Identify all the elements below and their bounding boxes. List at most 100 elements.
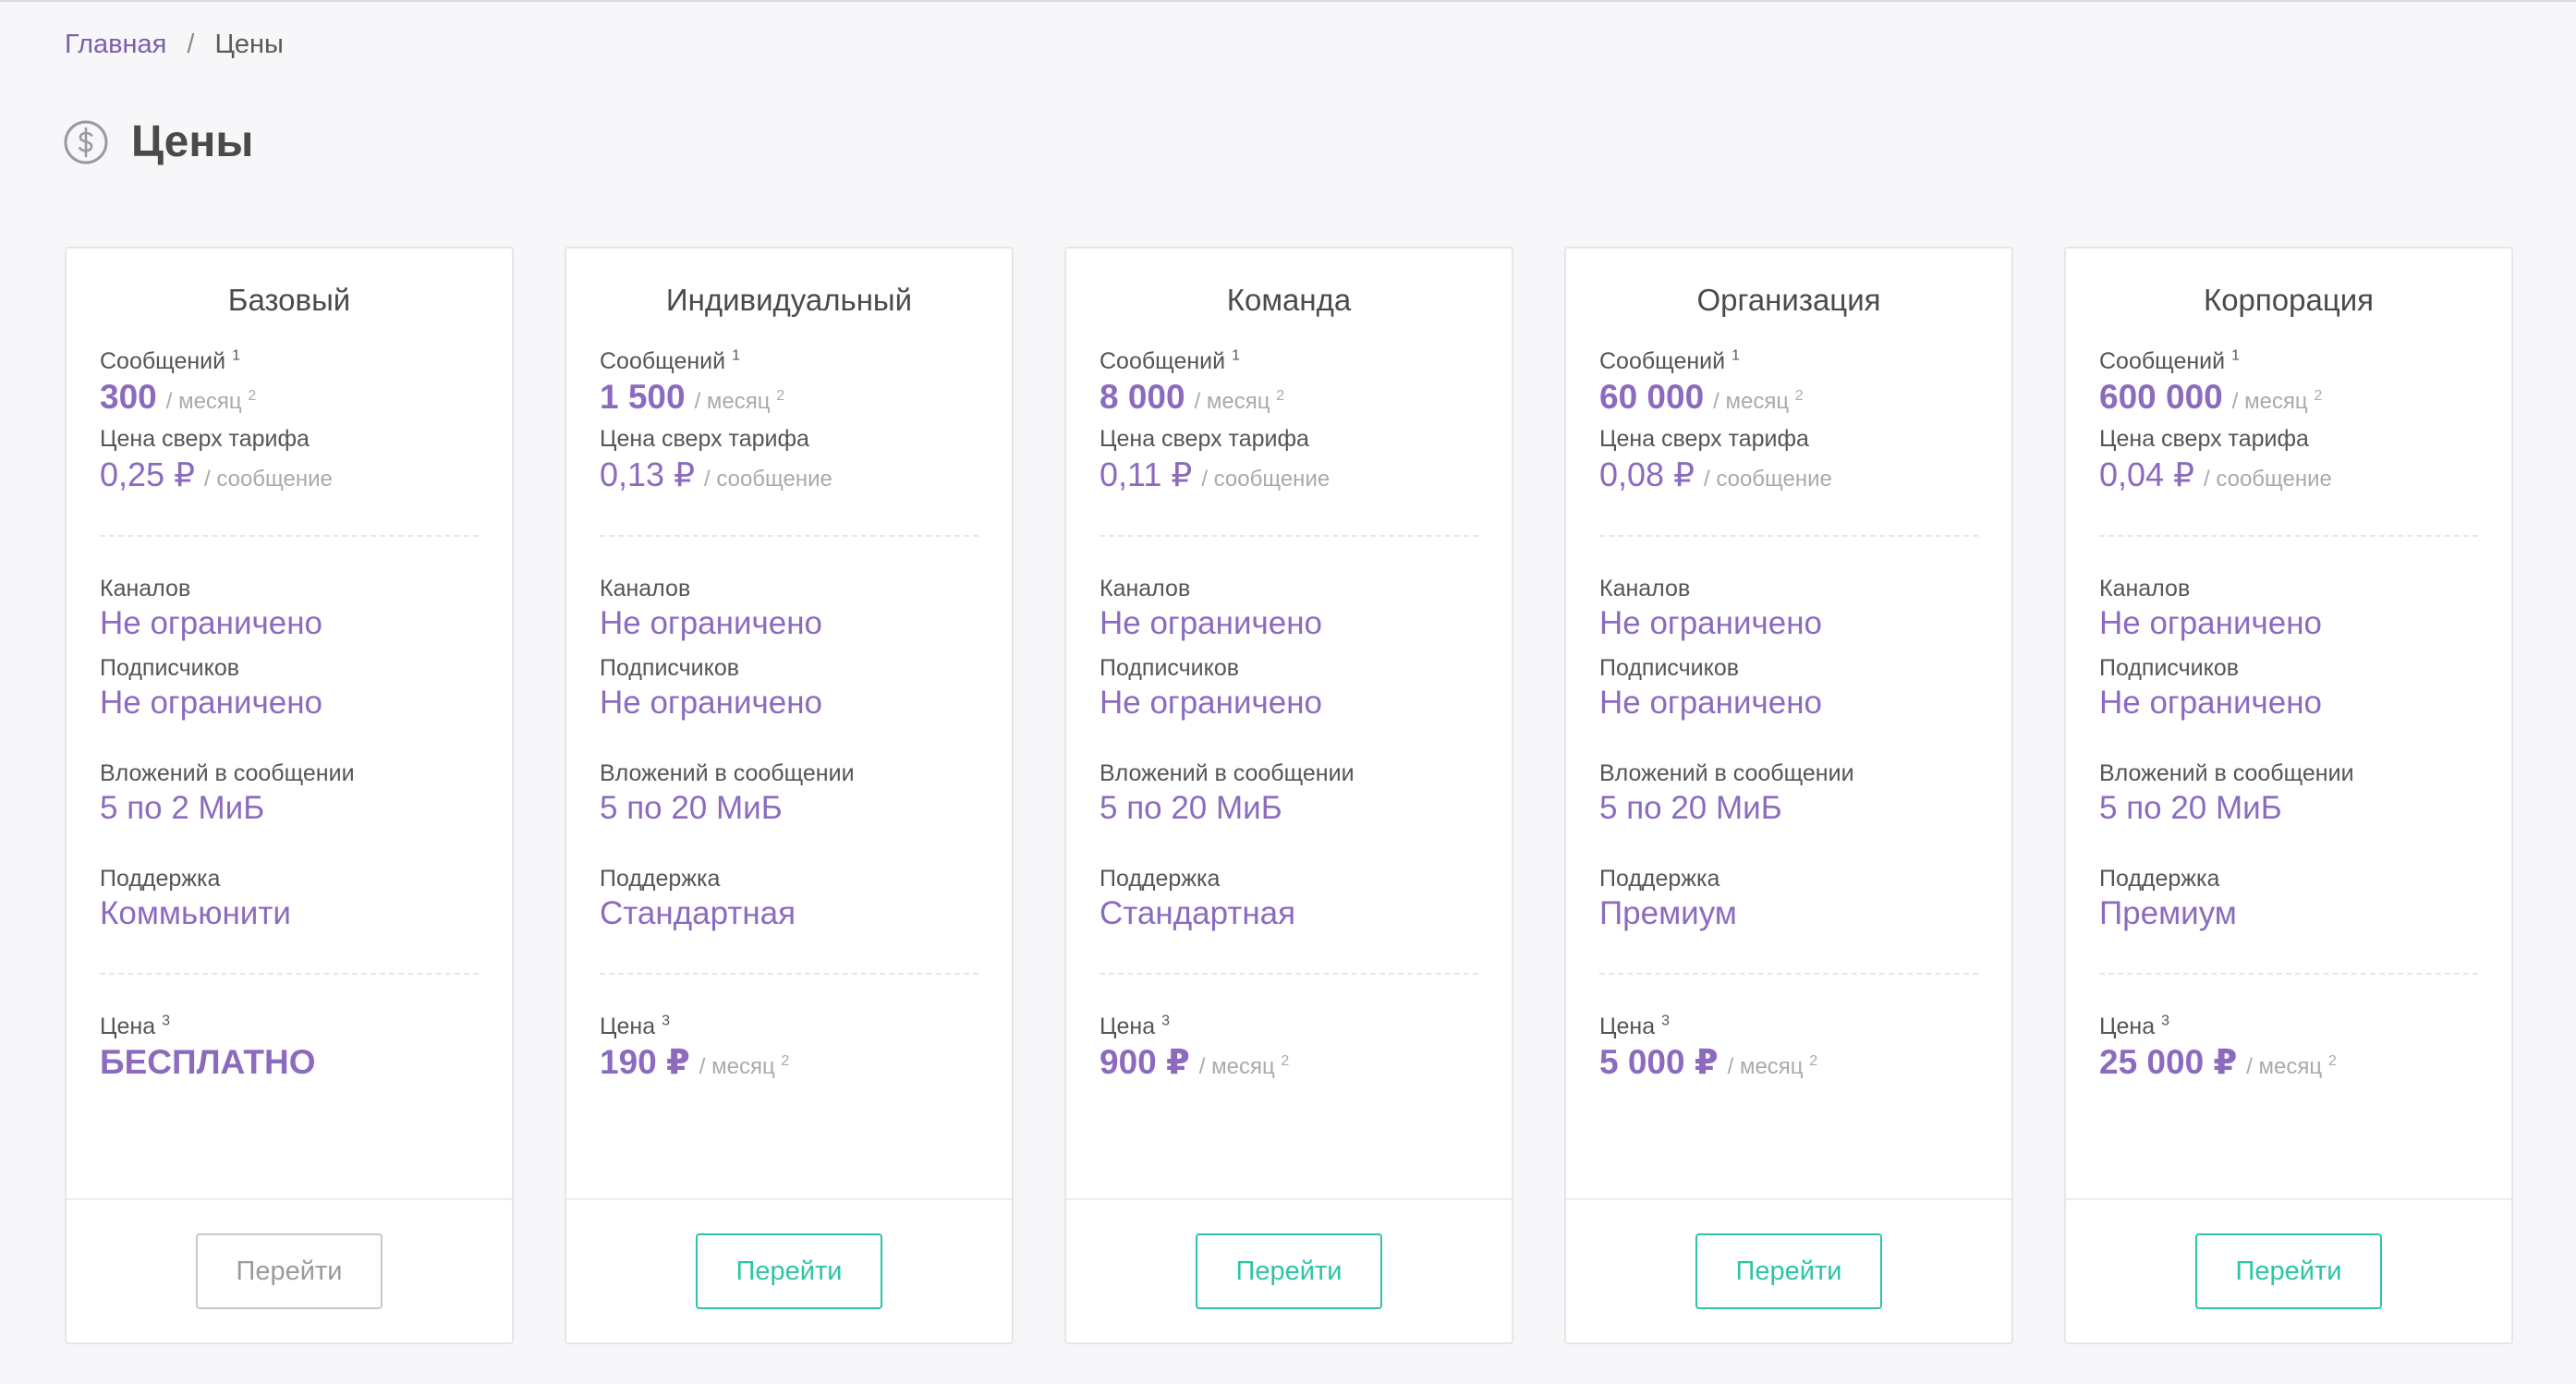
price-value: 25 000 ₽ / месяц 2	[2099, 1041, 2478, 1084]
plan-name: Организация	[1696, 283, 1881, 317]
support-value: Стандартная	[600, 895, 796, 931]
subscribers-label: Подписчиков	[600, 655, 740, 681]
attachments-value: 5 по 20 МиБ	[2099, 790, 2282, 826]
channels-label: Каналов	[1100, 576, 1191, 601]
support-value: Стандартная	[1100, 895, 1296, 931]
channels-value: Не ограничено	[100, 605, 323, 641]
price-label: Цена 3	[600, 1013, 670, 1039]
channels-label: Каналов	[600, 576, 691, 601]
overage-price: 0,04 ₽	[2099, 455, 2194, 493]
select-plan-button[interactable]: Перейти	[2195, 1233, 2382, 1309]
select-plan-button[interactable]: Перейти	[1196, 1233, 1382, 1309]
overage-value: 0,13 ₽ / сообщение	[600, 454, 978, 496]
page-header: Цены	[63, 115, 253, 170]
messages-count: 60 000	[1599, 378, 1705, 416]
card-footer: Перейти	[1566, 1198, 2011, 1342]
plan-price: 25 000 ₽	[2099, 1043, 2238, 1081]
breadcrumb-separator: /	[187, 30, 195, 59]
section-divider	[1100, 535, 1478, 537]
messages-count: 300	[100, 378, 157, 416]
overage-label: Цена сверх тарифа	[100, 426, 310, 452]
price-label: Цена 3	[1100, 1013, 1170, 1039]
attachments-value: 5 по 20 МиБ	[1100, 790, 1282, 826]
section-divider	[1100, 973, 1478, 975]
per-month-unit: / месяц 2	[1194, 388, 1285, 415]
per-month-unit: / месяц 2	[2231, 388, 2323, 415]
support-value: Коммьюнити	[100, 895, 291, 931]
breadcrumb-home-link[interactable]: Главная	[65, 28, 166, 61]
pricing-card: Базовый Сообщений 1 300 / месяц 2 Цена с…	[65, 247, 514, 1344]
section-divider	[100, 973, 479, 975]
attachments-label: Вложений в сообщении	[100, 760, 355, 786]
price-label: Цена 3	[2099, 1013, 2169, 1039]
messages-label: Сообщений 1	[100, 347, 240, 374]
support-label: Поддержка	[100, 866, 221, 892]
price-label: Цена 3	[1599, 1013, 1670, 1039]
channels-label: Каналов	[2099, 576, 2191, 601]
support-label: Поддержка	[1599, 866, 1720, 892]
per-month-unit: / месяц 2	[1198, 1053, 1290, 1080]
subscribers-label: Подписчиков	[1100, 655, 1240, 681]
overage-price: 0,25 ₽	[100, 455, 195, 493]
subscribers-value: Не ограничено	[2099, 685, 2323, 721]
subscribers-label: Подписчиков	[100, 655, 240, 681]
pricing-card: Индивидуальный Сообщений 1 1 500 / месяц…	[565, 247, 1014, 1344]
support-label: Поддержка	[2099, 866, 2220, 892]
plan-name: Корпорация	[2203, 283, 2375, 317]
plan-name: Базовый	[227, 283, 351, 317]
plan-price: 190 ₽	[600, 1043, 690, 1081]
section-divider	[1599, 973, 1978, 975]
dollar-circle-icon	[64, 120, 108, 164]
pricing-card: Команда Сообщений 1 8 000 / месяц 2 Цена…	[1064, 247, 1513, 1344]
overage-value: 0,11 ₽ / сообщение	[1100, 454, 1478, 496]
messages-label: Сообщений 1	[1100, 347, 1240, 374]
section-divider	[100, 535, 479, 537]
channels-value: Не ограничено	[1599, 605, 1823, 641]
section-divider	[600, 535, 978, 537]
section-divider	[2099, 535, 2478, 537]
pricing-cards: Базовый Сообщений 1 300 / месяц 2 Цена с…	[65, 247, 2513, 1344]
per-message-unit: / сообщение	[703, 467, 832, 492]
pricing-card: Корпорация Сообщений 1 600 000 / месяц 2…	[2064, 247, 2513, 1344]
overage-price: 0,13 ₽	[600, 455, 695, 493]
attachments-label: Вложений в сообщении	[1100, 760, 1355, 786]
messages-value: 300 / месяц 2	[100, 376, 479, 419]
channels-value: Не ограничено	[600, 605, 823, 641]
support-label: Поддержка	[1100, 866, 1221, 892]
attachments-label: Вложений в сообщении	[600, 760, 855, 786]
channels-label: Каналов	[1599, 576, 1691, 601]
section-divider	[1599, 535, 1978, 537]
price-value: БЕСПЛАТНО	[100, 1041, 479, 1084]
per-message-unit: / сообщение	[203, 467, 333, 492]
card-footer: Перейти	[566, 1198, 1012, 1342]
messages-label: Сообщений 1	[2099, 347, 2240, 374]
page-title: Цены	[131, 117, 254, 166]
subscribers-label: Подписчиков	[1599, 655, 1740, 681]
per-month-unit: / месяц 2	[694, 388, 785, 415]
overage-label: Цена сверх тарифа	[2099, 426, 2309, 452]
attachments-label: Вложений в сообщении	[1599, 760, 1854, 786]
subscribers-value: Не ограничено	[100, 685, 323, 721]
price-value: 190 ₽ / месяц 2	[600, 1041, 978, 1084]
subscribers-label: Подписчиков	[2099, 655, 2240, 681]
breadcrumb-current: Цены	[214, 30, 284, 59]
support-label: Поддержка	[600, 866, 721, 892]
attachments-value: 5 по 2 МиБ	[100, 790, 265, 826]
attachments-value: 5 по 20 МиБ	[600, 790, 783, 826]
card-footer: Перейти	[1066, 1198, 1512, 1342]
messages-count: 8 000	[1100, 378, 1185, 416]
price-value: 900 ₽ / месяц 2	[1100, 1041, 1478, 1084]
overage-label: Цена сверх тарифа	[600, 426, 809, 452]
select-plan-button[interactable]: Перейти	[696, 1233, 882, 1309]
select-plan-button[interactable]: Перейти	[196, 1233, 383, 1309]
select-plan-button[interactable]: Перейти	[1695, 1233, 1882, 1309]
overage-value: 0,25 ₽ / сообщение	[100, 454, 479, 496]
messages-label: Сообщений 1	[1599, 347, 1740, 374]
per-message-unit: / сообщение	[2203, 467, 2332, 492]
per-message-unit: / сообщение	[1201, 467, 1331, 492]
overage-price: 0,08 ₽	[1599, 455, 1695, 493]
messages-value: 60 000 / месяц 2	[1599, 376, 1978, 419]
plan-price: 5 000 ₽	[1599, 1043, 1719, 1081]
channels-label: Каналов	[100, 576, 191, 601]
messages-count: 600 000	[2099, 378, 2223, 416]
